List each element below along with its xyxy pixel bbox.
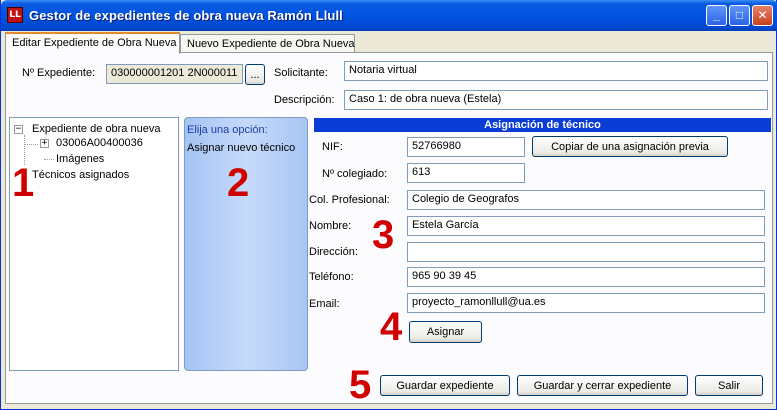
- window-title: Gestor de expedientes de obra nueva Ramó…: [29, 8, 343, 23]
- tree-connector: [44, 159, 54, 160]
- app-icon: LL: [7, 7, 23, 23]
- close-icon[interactable]: ✕: [752, 5, 773, 26]
- telefono-label: Teléfono:: [309, 271, 354, 283]
- email-field[interactable]: proyecto_ramonllull@ua.es: [407, 293, 765, 313]
- nombre-field[interactable]: Estela García: [407, 216, 765, 236]
- expediente-label: Nº Expediente:: [22, 67, 96, 79]
- nombre-label: Nombre:: [309, 220, 352, 232]
- direccion-field[interactable]: [407, 242, 765, 262]
- tab-nuevo-expediente[interactable]: Nuevo Expediente de Obra Nueva: [180, 34, 355, 53]
- descripcion-field[interactable]: Caso 1: de obra nueva (Estela): [344, 90, 768, 110]
- save-and-close-button[interactable]: Guardar y cerrar expediente: [517, 375, 688, 396]
- options-title: Elija una opción:: [187, 124, 268, 136]
- options-panel: Elija una opción: Asignar nuevo técnico: [184, 117, 308, 371]
- annotation-3: 3: [372, 213, 395, 257]
- nif-field[interactable]: 52766980: [407, 137, 525, 157]
- tree-item-expediente[interactable]: Expediente de obra nueva: [32, 123, 160, 135]
- assignment-section-title: Asignación de técnico: [314, 118, 771, 132]
- tree-item-imagenes[interactable]: Imágenes: [56, 153, 104, 165]
- minimize-icon[interactable]: _: [706, 5, 727, 26]
- colegiado-label: Nº colegiado:: [322, 168, 388, 180]
- collapse-icon[interactable]: −: [14, 125, 23, 134]
- annotation-2: 2: [227, 161, 250, 205]
- expediente-field[interactable]: 030000001201 2N000011: [106, 64, 243, 84]
- annotation-1: 1: [12, 161, 35, 205]
- direccion-label: Dirección:: [309, 246, 358, 258]
- expediente-tree[interactable]: − Expediente de obra nueva + 03006A00400…: [9, 117, 179, 371]
- telefono-field[interactable]: 965 90 39 45: [407, 267, 765, 287]
- descripcion-label: Descripción:: [274, 94, 335, 106]
- nif-label: NIF:: [322, 141, 343, 153]
- solicitante-field[interactable]: Notaria virtual: [344, 61, 768, 81]
- colegio-profesional-label: Col. Profesional:: [309, 194, 390, 206]
- save-button[interactable]: Guardar expediente: [380, 375, 510, 396]
- colegiado-field[interactable]: 613: [407, 163, 525, 183]
- tree-connector: [24, 144, 38, 145]
- maximize-icon[interactable]: □: [729, 5, 750, 26]
- copy-previous-assignment-button[interactable]: Copiar de una asignación previa: [532, 136, 728, 157]
- assign-button[interactable]: Asignar: [409, 321, 482, 343]
- email-label: Email:: [309, 298, 340, 310]
- expand-icon[interactable]: +: [40, 139, 49, 148]
- annotation-5: 5: [349, 363, 372, 407]
- colegio-profesional-field[interactable]: Colegio de Geografos: [407, 190, 765, 210]
- browse-expediente-button[interactable]: ...: [245, 64, 265, 85]
- title-bar[interactable]: LL Gestor de expedientes de obra nueva R…: [1, 0, 777, 31]
- tab-editar-expediente[interactable]: Editar Expediente de Obra Nueva: [5, 32, 180, 54]
- annotation-4: 4: [380, 305, 403, 349]
- tab-panel: Nº Expediente: 030000001201 2N000011 ...…: [5, 52, 773, 407]
- solicitante-label: Solicitante:: [274, 67, 328, 79]
- tree-item-parcela[interactable]: 03006A00400036: [56, 137, 143, 149]
- tree-item-tecnicos[interactable]: Técnicos asignados: [32, 169, 129, 181]
- assign-technician-link[interactable]: Asignar nuevo técnico: [187, 142, 295, 154]
- exit-button[interactable]: Salir: [695, 375, 763, 396]
- app-window: LL Gestor de expedientes de obra nueva R…: [0, 0, 777, 410]
